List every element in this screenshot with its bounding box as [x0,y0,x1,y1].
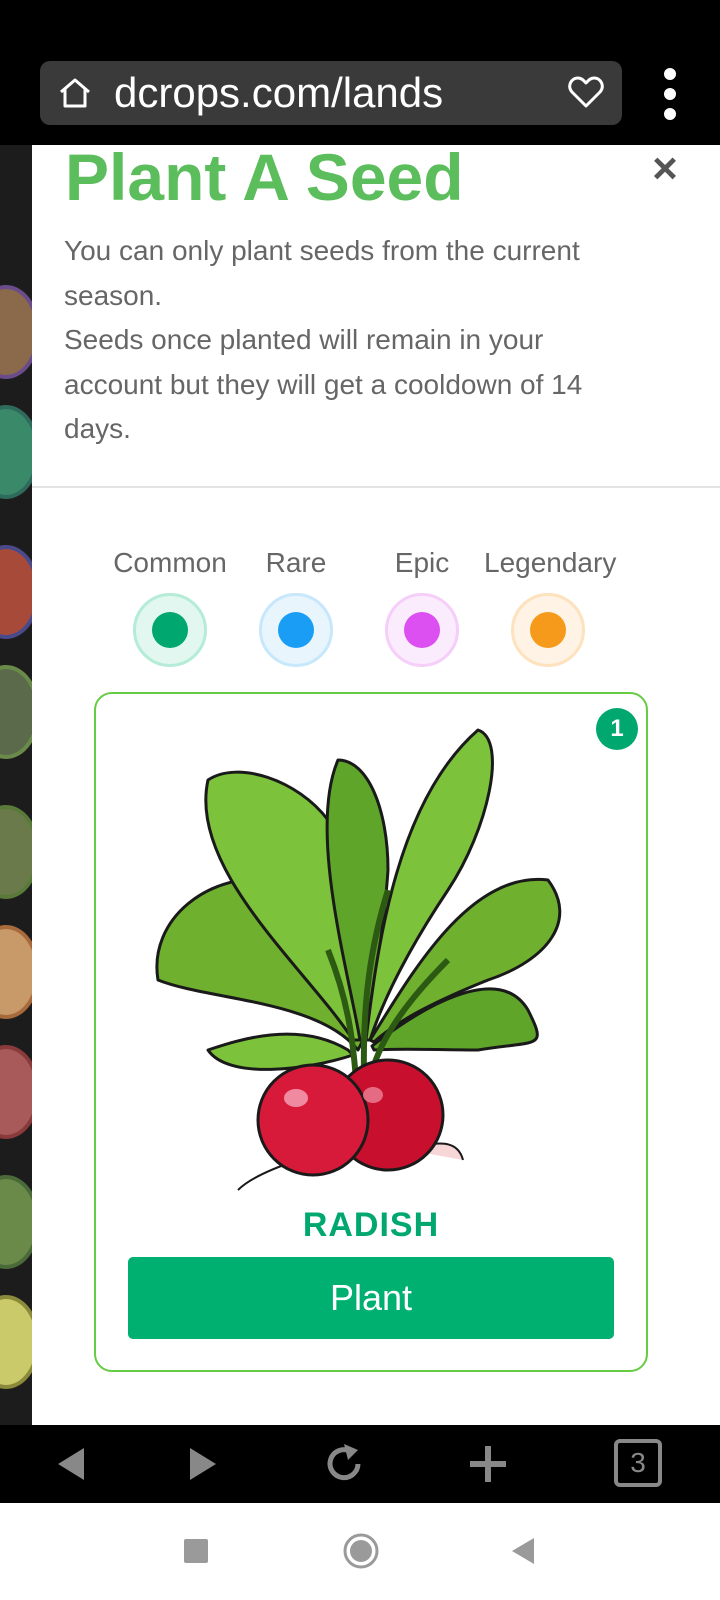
divider [32,486,720,488]
rarity-filter-legendary[interactable]: Legendary [484,545,617,667]
recents-square-icon[interactable] [182,1537,210,1565]
rarity-dot [152,612,188,648]
rarity-label: Common [113,547,227,578]
seed-count-badge: 1 [596,708,638,750]
seed-name: RADISH [302,1206,440,1244]
rarity-filter-epic[interactable]: Epic [358,545,486,667]
rarity-filter-rare[interactable]: Rare [232,545,360,667]
rarity-label: Epic [394,547,450,578]
heart-icon[interactable] [568,75,604,109]
address-bar[interactable]: dcrops.com/lands [40,61,622,125]
rarity-dot [530,612,566,648]
radish-image [155,728,562,1191]
reload-icon[interactable] [322,1442,366,1486]
rarity-label: Rare [265,547,327,578]
rarity-dot [278,612,314,648]
home-circle-icon[interactable] [342,1532,380,1570]
home-icon[interactable] [58,77,92,109]
forward-icon[interactable] [180,1442,224,1486]
seed-card: 1 RADISH Plant [94,692,648,1372]
plant-seed-modal: Plant A Seed × You can only plant seeds … [32,145,720,1425]
browser-toolbar: dcrops.com/lands [0,0,720,145]
rarity-dot [404,612,440,648]
url-text[interactable]: dcrops.com/lands [114,69,443,117]
back-icon[interactable] [50,1442,94,1486]
description-line: Seeds once planted will remain in your a… [64,324,583,444]
modal-title: Plant A Seed [65,145,464,214]
close-button[interactable]: × [644,147,686,191]
rarity-filter-common[interactable]: Common [106,545,234,667]
rarity-label: Legendary [484,547,617,578]
rarity-ring[interactable] [385,593,459,667]
rarity-ring[interactable] [259,593,333,667]
browser-nav-bar: 3 [0,1425,720,1503]
rarity-ring[interactable] [511,593,585,667]
system-nav-bar [0,1503,720,1600]
new-tab-icon[interactable] [466,1442,510,1486]
description-line: You can only plant seeds from the curren… [64,235,580,311]
rarity-ring[interactable] [133,593,207,667]
tab-count-button[interactable]: 3 [614,1439,662,1487]
back-triangle-icon[interactable] [508,1536,536,1566]
modal-description: You can only plant seeds from the curren… [64,229,644,452]
background-page [0,145,32,1425]
menu-icon[interactable] [652,66,688,122]
plant-button[interactable]: Plant [128,1257,614,1339]
